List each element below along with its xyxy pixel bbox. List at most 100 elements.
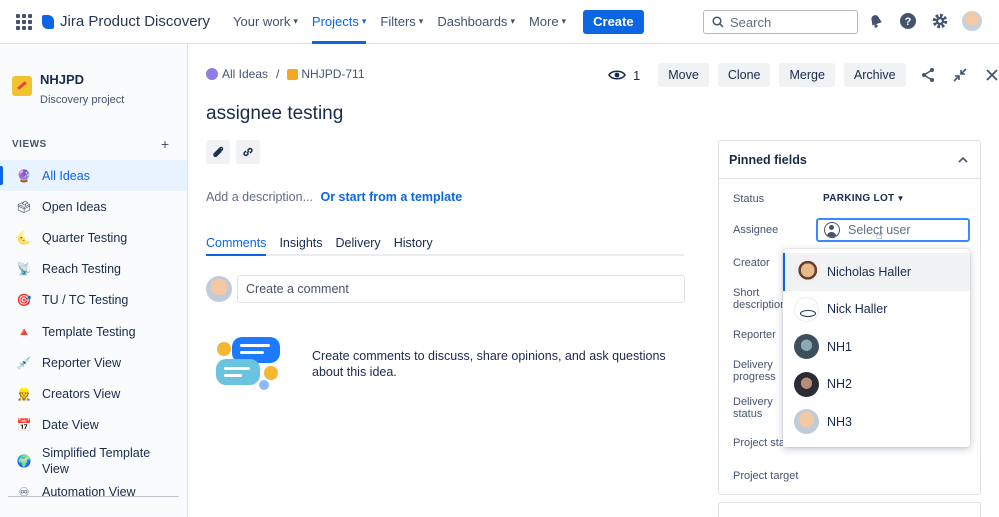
user-option[interactable]: Nick Haller	[783, 291, 970, 329]
avatar[interactable]	[962, 11, 982, 31]
field-label-creator: Creator	[733, 257, 770, 269]
watch-button[interactable]: 1	[608, 68, 640, 83]
user-icon	[824, 222, 840, 238]
breadcrumb-issue-key[interactable]: NHJPD-711	[301, 67, 364, 81]
breadcrumb-all-ideas[interactable]: All Ideas	[222, 67, 268, 81]
field-label-project-target: Project target	[733, 470, 799, 482]
sidebar-item-date-view[interactable]: 📅 Date View	[0, 410, 187, 441]
merge-button[interactable]: Merge	[779, 63, 835, 87]
pinned-fields-header[interactable]: Pinned fields	[719, 141, 980, 179]
sidebar-item-reach-testing[interactable]: 📡 Reach Testing	[0, 254, 187, 285]
user-option[interactable]: NH3	[783, 403, 970, 441]
sidebar: NHJPD Discovery project VIEWS + 🔮 All Ide…	[0, 44, 188, 517]
project-logo-icon	[12, 76, 32, 96]
move-button[interactable]: Move	[658, 63, 709, 87]
breadcrumb: All Ideas / NHJPD-711	[206, 67, 365, 81]
sidebar-item-quarter-testing[interactable]: 🌜 Quarter Testing	[0, 222, 187, 253]
collapse-icon[interactable]	[950, 65, 970, 85]
settings-icon[interactable]	[930, 11, 950, 31]
pointer-cursor-icon: ☝	[876, 230, 883, 242]
user-picker-dropdown: Nicholas Haller Nick Haller NH1 NH2 NH3	[783, 249, 970, 447]
tab-delivery[interactable]: Delivery	[336, 236, 381, 254]
views-header: VIEWS +	[0, 136, 187, 152]
user-option[interactable]: Nicholas Haller	[783, 253, 970, 291]
sidebar-item-open-ideas[interactable]: 🗳 Open Ideas	[0, 191, 187, 222]
assignee-select-input[interactable]: Select user	[816, 218, 970, 242]
status-badge[interactable]: PARKING LOT ▼	[823, 193, 905, 204]
nav-filters[interactable]: Filters ▾	[373, 0, 430, 44]
crystal-ball-icon	[206, 68, 218, 80]
comment-input[interactable]: Create a comment	[237, 275, 685, 303]
project-name: NHJPD	[40, 72, 85, 87]
link-button[interactable]	[236, 140, 260, 164]
field-label-assignee: Assignee	[733, 224, 779, 236]
sidebar-divider	[8, 496, 179, 497]
secondary-fields-card	[718, 502, 981, 517]
chevron-down-icon: ▼	[896, 194, 905, 203]
attach-button[interactable]	[206, 140, 230, 164]
tab-comments[interactable]: Comments	[206, 236, 267, 256]
idea-type-icon	[287, 68, 299, 80]
search-placeholder: Search	[730, 14, 772, 30]
nav-projects[interactable]: Projects ▾	[305, 0, 374, 44]
view-list: 🔮 All Ideas 🗳 Open Ideas 🌜 Quarter Testing …	[0, 160, 187, 503]
field-label-reporter: Reporter	[733, 329, 776, 341]
notifications-icon[interactable]	[866, 11, 886, 31]
chevron-down-icon: ▾	[293, 16, 298, 26]
tab-history[interactable]: History	[394, 236, 433, 254]
page-title[interactable]: assignee testing	[206, 103, 343, 125]
sidebar-item-tu-tc-testing[interactable]: 🎯 TU / TC Testing	[0, 285, 187, 316]
sidebar-item-automation-view[interactable]: ♾ Automation View	[0, 481, 187, 503]
archive-button[interactable]: Archive	[843, 63, 906, 87]
close-icon[interactable]	[982, 65, 999, 85]
description: Add a description... Or start from a tem…	[206, 190, 462, 204]
nav-your-work[interactable]: Your work ▾	[226, 0, 305, 44]
watch-count: 1	[633, 67, 641, 83]
comment-composer: Create a comment	[206, 275, 685, 303]
sidebar-item-creators-view[interactable]: 👷 Creators View	[0, 378, 187, 409]
template-link[interactable]: Or start from a template	[321, 190, 463, 204]
user-option[interactable]: NH2	[783, 366, 970, 404]
search-icon	[712, 16, 724, 28]
nav-dashboards[interactable]: Dashboards ▾	[430, 0, 522, 44]
activity-tabs: Comments Insights Delivery History	[206, 236, 684, 256]
issue-actions: 1 Move Clone Merge Archive	[608, 63, 999, 87]
primary-nav: Your work ▾ Projects ▾ Filters ▾ Dashboards…	[226, 0, 573, 44]
help-icon[interactable]: ?	[898, 11, 918, 31]
sidebar-item-simplified-template-view[interactable]: 🌍 Simplified Template View	[0, 441, 187, 481]
syringe-icon: 💉	[16, 355, 32, 370]
sidebar-item-all-ideas[interactable]: 🔮 All Ideas	[0, 160, 187, 192]
description-placeholder[interactable]: Add a description...	[206, 190, 313, 204]
chevron-down-icon: ▾	[561, 16, 567, 26]
chevron-up-icon[interactable]	[958, 156, 968, 163]
ballot-box-icon: 🗳	[16, 199, 32, 214]
product-logo[interactable]: Jira Product Discovery	[42, 13, 210, 30]
issue-tools	[206, 140, 260, 164]
app-switcher-icon[interactable]	[16, 13, 32, 30]
create-button[interactable]: Create	[583, 9, 644, 34]
comments-empty-state: Create comments to discuss, share opinio…	[214, 333, 682, 395]
project-type: Discovery project	[40, 94, 125, 106]
globe-icon: 🌍	[16, 453, 32, 468]
satellite-icon: 📡	[16, 262, 32, 277]
chevron-down-icon: ▾	[361, 16, 367, 26]
add-view-button[interactable]: +	[161, 136, 169, 152]
crystal-ball-icon: 🔮	[16, 168, 32, 183]
sidebar-item-template-testing[interactable]: 🔺 Template Testing	[0, 316, 187, 347]
user-option[interactable]: NH1	[783, 328, 970, 366]
avatar	[206, 276, 232, 302]
share-icon[interactable]	[918, 65, 938, 85]
tab-insights[interactable]: Insights	[279, 236, 322, 254]
top-icons: ?	[866, 11, 982, 31]
search-input[interactable]: Search	[703, 10, 858, 34]
sidebar-item-reporter-view[interactable]: 💉 Reporter View	[0, 347, 187, 378]
comment-placeholder: Create a comment	[246, 282, 349, 296]
nav-more[interactable]: More ▾	[522, 0, 573, 44]
infinity-icon: ♾	[18, 484, 30, 499]
breadcrumb-separator: /	[276, 67, 280, 81]
field-label-project-start: Project start	[733, 437, 783, 449]
clone-button[interactable]: Clone	[717, 63, 771, 87]
project-header[interactable]: NHJPD Discovery project	[0, 44, 187, 106]
worker-icon: 👷	[16, 386, 32, 401]
field-label-status: Status	[733, 193, 765, 205]
